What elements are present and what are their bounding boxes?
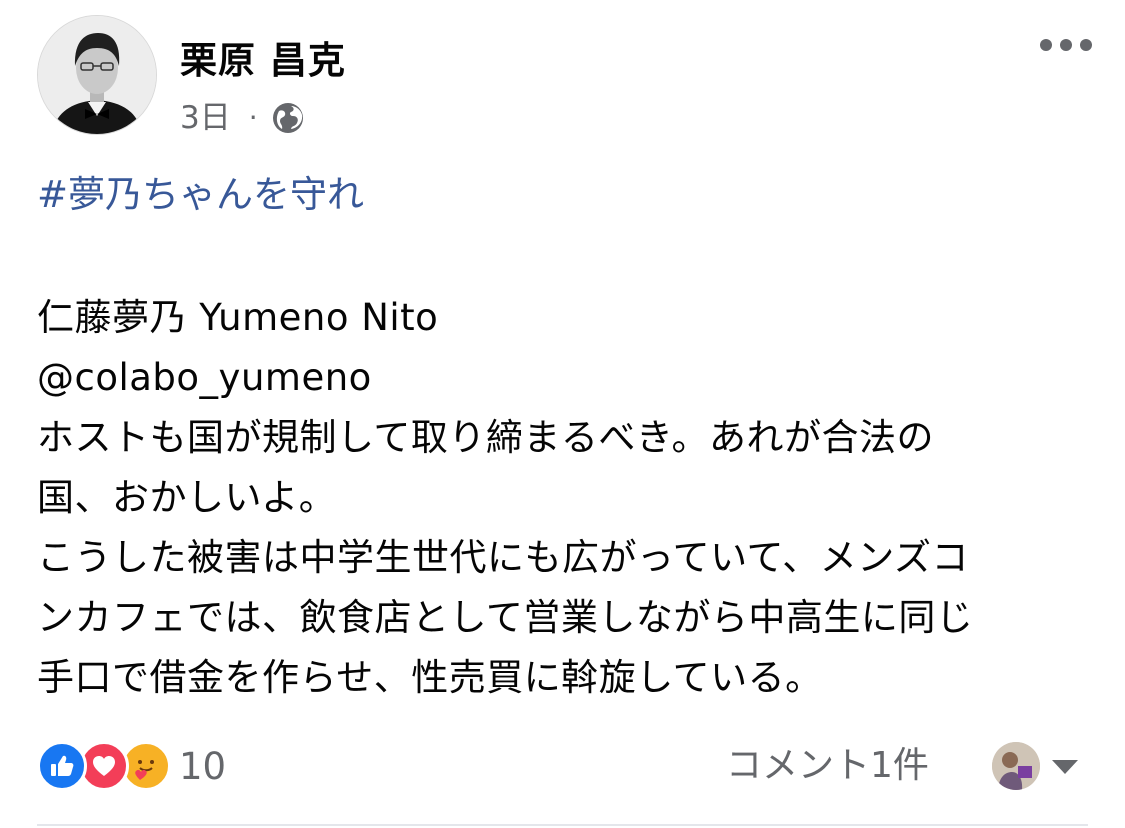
more-options-button[interactable]: [1040, 30, 1092, 60]
post-body: 仁藤夢乃 Yumeno Nito @colabo_yumeno ホストも国が規制…: [37, 288, 1097, 708]
more-dot: [1080, 39, 1092, 51]
more-dot: [1060, 39, 1072, 51]
post-meta: 3日 ·: [180, 96, 306, 140]
post-author-name[interactable]: 栗原 昌克: [180, 38, 346, 84]
post-text-line: 手口で借金を作らせ、性売買に斡旋している。: [37, 656, 823, 699]
meta-separator: ·: [248, 101, 258, 134]
commenter-photo: [992, 742, 1040, 790]
hashtag-link[interactable]: #夢乃ちゃんを守れ: [37, 170, 364, 220]
sort-dropdown-caret-icon[interactable]: [1052, 760, 1078, 774]
reactions-summary[interactable]: 10: [37, 740, 226, 792]
post-text-line: 国、おかしいよ。: [37, 476, 337, 519]
like-icon: [37, 741, 87, 791]
author-photo: [38, 16, 156, 134]
post-text-line: こうした被害は中学生世代にも広がっていて、メンズコ: [37, 536, 969, 579]
footer-divider: [37, 824, 1088, 826]
reaction-count: 10: [179, 744, 227, 788]
author-avatar[interactable]: [37, 15, 157, 135]
comment-count-link[interactable]: コメント1件: [726, 740, 929, 792]
globe-icon: [270, 100, 306, 136]
post-text-line: @colabo_yumeno: [37, 356, 372, 399]
post-text-line: 仁藤夢乃 Yumeno Nito: [37, 296, 439, 339]
commenter-avatar[interactable]: [992, 742, 1040, 790]
post-text-line: ンカフェでは、飲食店として営業しながら中高生に同じ: [37, 596, 974, 639]
post-timestamp[interactable]: 3日: [180, 96, 231, 140]
more-dot: [1040, 39, 1052, 51]
post-text-line: ホストも国が規制して取り締まるべき。あれが合法の: [37, 416, 935, 459]
